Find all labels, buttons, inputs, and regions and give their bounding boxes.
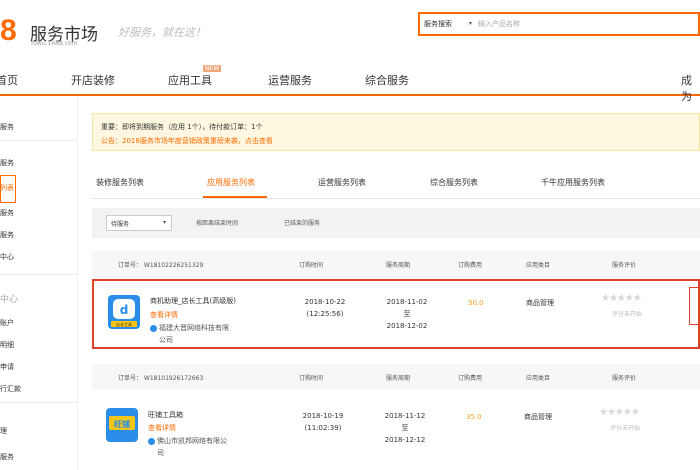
sort-by-end-time-button[interactable]: 按距离结束时间 [196,218,238,227]
tab-operation-services[interactable]: 运营服务列表 [318,177,366,188]
column-category: 应用类目 [526,262,551,269]
sidebar-heading: 服务 [0,123,14,131]
app-icon-label: 旺铺 [114,419,130,429]
nav-item-shop-decoration[interactable]: 开店装修 [71,72,115,88]
service-period-cell: 2018-11-02 至 2018-12-02 [386,298,428,330]
tab-decoration-services[interactable]: 装修服务列表 [96,177,144,188]
chevron-down-icon[interactable]: ▾ [469,20,472,27]
sidebar-item[interactable]: 服务 [0,158,14,168]
nav-item-operation-services[interactable]: 运营服务 [268,72,312,88]
product-name[interactable]: 商机助理_店长工具(高级版) [150,296,236,306]
column-fee: 订购费用 [458,375,483,382]
column-order-time: 订购时间 [299,262,324,269]
app-icon[interactable]: 旺铺 [106,408,138,442]
order-number: 订单号： W18101926172663 [118,375,204,382]
sidebar-heading: 中心 [0,295,19,305]
product-name[interactable]: 旺铺工具箱 [148,410,183,420]
sidebar-item[interactable]: 行汇款 [0,384,21,394]
sidebar-item[interactable]: 服务 [0,230,14,240]
sidebar-item[interactable]: 明细 [0,340,14,350]
order-time-cell: 2018-10-19 (11:02:39) [302,412,344,432]
column-category: 应用类目 [526,375,551,382]
rating-stars[interactable]: ★★★★★ [601,293,642,304]
order-header: 订单号： W18101926172663 订购时间 服务周期 订购费用 应用类目… [92,364,700,390]
tabs-divider [92,198,700,199]
view-details-link[interactable]: 查看详情 [150,310,178,320]
tab-integrated-services[interactable]: 综合服务列表 [430,177,478,188]
chevron-down-icon: ▾ [163,219,167,226]
vendor-name-cont[interactable]: 公司 [159,335,173,345]
app-icon[interactable]: d 店长工具 [108,295,140,329]
rating-status: 评分未开始 [610,425,641,432]
sidebar-item[interactable]: 账户 [0,318,14,328]
sidebar-item[interactable]: 申请 [0,362,14,372]
order-time-cell: 2018-10-22 (12:25:56) [304,298,346,318]
view-details-link[interactable]: 查看详情 [148,423,176,433]
nav-item-become[interactable]: 成为 [681,72,700,104]
order-number: 订单号： W18102226251329 [118,262,204,269]
order-row: 旺铺 旺铺工具箱 查看详情 佛山市凯邦网络有限公 司 2018-10-19 (11… [92,396,700,470]
column-rating: 服务评价 [612,375,637,382]
notice-banner: 重要：即将到期服务（应用 1个），待付款订单：1个 公告：2018服务市场年度营… [92,113,700,151]
sidebar-item[interactable]: 理 [0,426,7,436]
sidebar-item[interactable]: 中心 [0,252,14,262]
nav-item-home[interactable]: 首页 [0,72,18,88]
column-fee: 订购费用 [458,262,483,269]
search-type-select[interactable]: 服务搜索 [424,19,452,29]
status-select-value: 待服务 [111,221,130,228]
sidebar-item[interactable]: 服务 [0,208,14,218]
category-cell: 商品管理 [524,413,552,421]
search-box: 服务搜索 ▾ [418,12,700,36]
rating-status: 评分未开始 [612,311,643,318]
vendor-name[interactable]: 佛山市凯邦网络有限公 [148,436,227,446]
column-service-period: 服务周期 [386,262,411,269]
service-period-cell: 2018-11-12 至 2018-12-12 [384,412,426,444]
new-badge: NEW [203,65,222,72]
tab-app-services[interactable]: 应用服务列表 [207,177,255,188]
vendor-name[interactable]: 福建大晋网络科技有限 [150,323,229,333]
ended-services-button[interactable]: 已结束的服务 [284,218,320,227]
notice-important[interactable]: 重要：即将到期服务（应用 1个），待付款订单：1个 [101,122,263,132]
action-button-partial[interactable] [689,287,700,325]
order-row: d 店长工具 商机助理_店长工具(高级版) 查看详情 福建大晋网络科技有限 公司… [92,279,700,349]
verified-icon [150,324,157,332]
order-price: 35.0 [466,413,482,421]
notice-announcement[interactable]: 公告：2018服务市场年度营销政策重磅来袭，点击查看 [101,136,273,146]
filter-bar: 待服务 ▾ 按距离结束时间 已结束的服务 [92,208,700,238]
app-icon-graphic: 旺铺 [109,416,135,430]
logo-number[interactable]: 8 [0,14,17,48]
column-service-period: 服务周期 [386,375,411,382]
active-tab-indicator [203,196,267,198]
nav-item-app-tools[interactable]: 应用工具 [168,72,212,88]
status-select[interactable]: 待服务 ▾ [106,215,172,231]
category-cell: 商品管理 [526,299,554,307]
search-input[interactable] [478,16,693,32]
logo-subtitle: fuwu.1688.com [31,40,78,47]
sidebar-active-indicator [0,175,16,203]
vendor-name-cont[interactable]: 司 [157,448,164,458]
nav-item-integrated-services[interactable]: 综合服务 [365,72,409,88]
sidebar: 服务 服务 列表 服务 服务 中心 中心 账户 明细 申请 行汇款 理 服务 [0,96,78,470]
tab-qianniu-services[interactable]: 千牛应用服务列表 [541,177,605,188]
sidebar-item[interactable]: 服务 [0,452,14,462]
app-icon-graphic: d 店长工具 [111,299,137,327]
app-icon-label: 店长工具 [116,321,132,327]
svg-text:d: d [120,303,129,317]
slogan: 好服务，就在这！ [118,26,206,39]
rating-stars[interactable]: ★★★★★ [599,407,640,418]
order-header: 订单号： W18102226251329 订购时间 服务周期 订购费用 应用类目… [92,251,700,277]
verified-icon [148,437,155,445]
column-order-time: 订购时间 [299,375,324,382]
main-nav: 首页 开店装修 应用工具 NEW 运营服务 综合服务 成为 [0,62,700,103]
column-rating: 服务评价 [612,262,637,269]
order-price: 30.0 [468,299,484,307]
